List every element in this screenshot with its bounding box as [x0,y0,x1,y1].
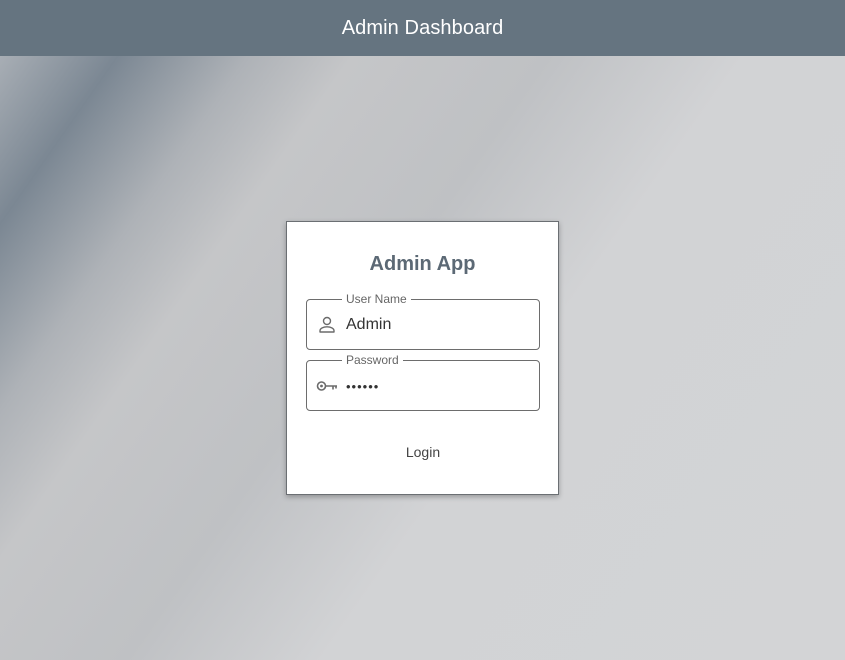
username-field[interactable]: User Name [306,292,540,350]
card-title: Admin App [369,253,476,275]
password-input[interactable]: •••••• [346,378,526,396]
username-input[interactable] [346,316,526,334]
username-label: User Name [342,292,411,306]
app-title: Admin Dashboard [341,16,504,39]
key-icon [316,381,337,391]
login-button[interactable]: Login [383,436,463,468]
password-label: Password [342,353,403,367]
app-bar: Admin Dashboard [0,0,845,56]
login-card: Admin App User Name Password •••••• Logi… [286,221,559,495]
password-field[interactable]: Password •••••• [306,353,540,411]
person-icon [319,316,335,333]
